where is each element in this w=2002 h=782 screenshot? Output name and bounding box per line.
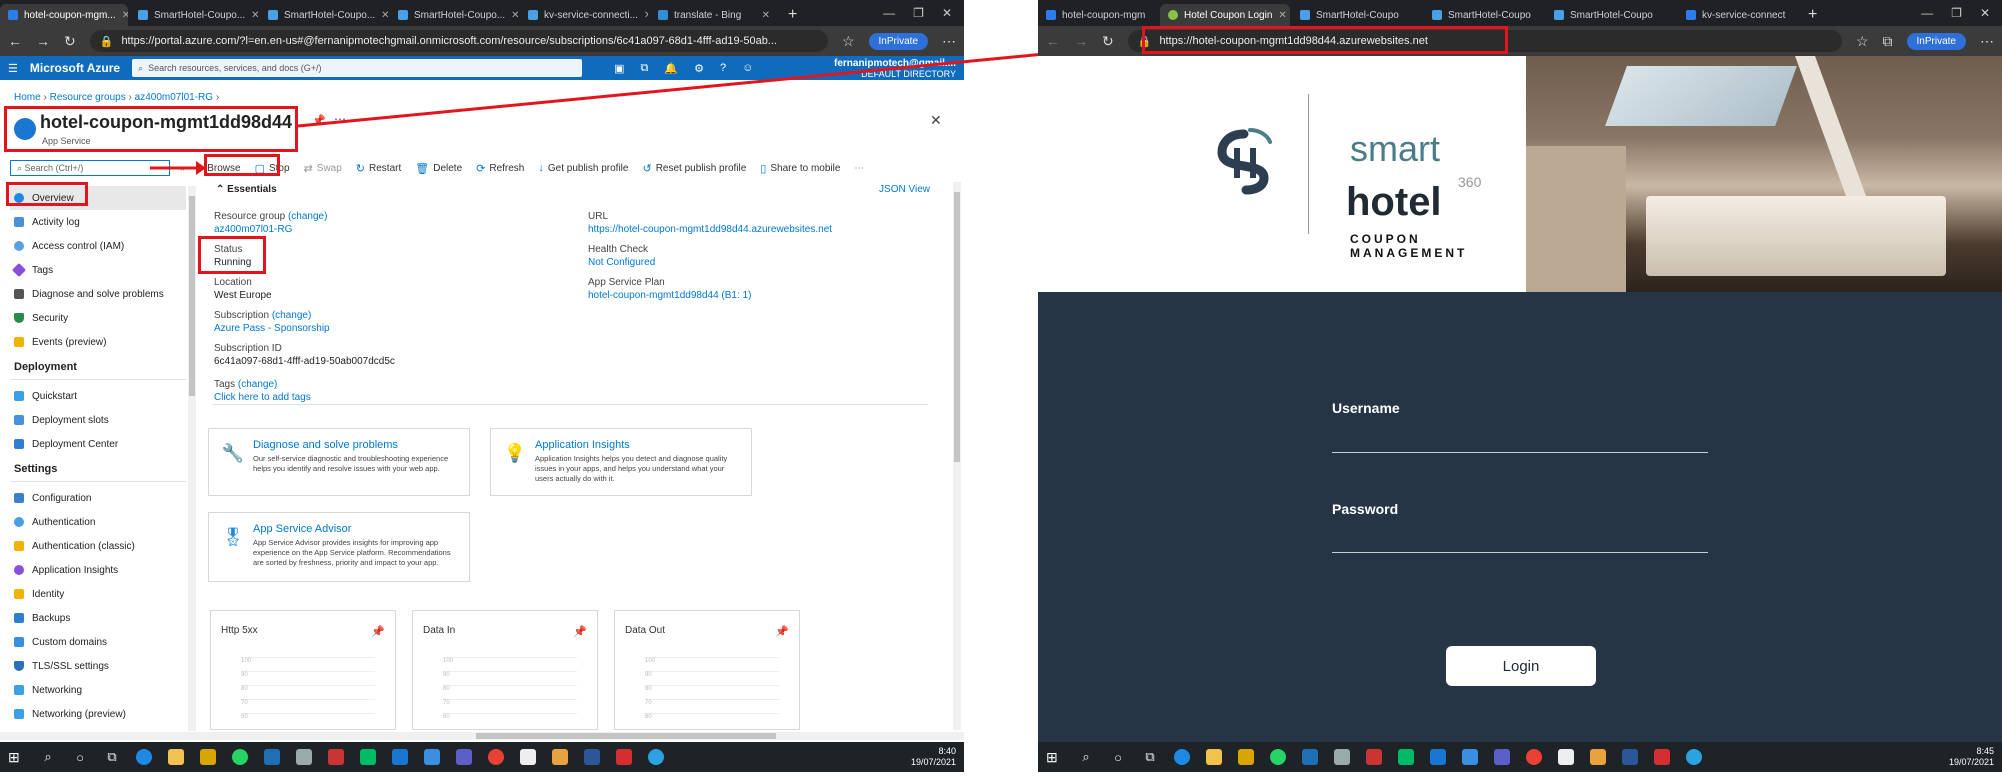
- azure-favicon-icon: [1046, 10, 1056, 20]
- collections-icon[interactable]: ⧉: [1883, 33, 1893, 50]
- forward-icon[interactable]: →: [1074, 33, 1088, 49]
- vmware-icon[interactable]: [1302, 749, 1318, 765]
- file-explorer-icon[interactable]: [1206, 749, 1222, 765]
- arrow-head-icon: [196, 161, 206, 175]
- hotel-room-photo: [1526, 56, 2002, 292]
- photo-skylight: [1605, 66, 1797, 126]
- devops-favicon-icon: [1432, 10, 1442, 20]
- word-icon[interactable]: [1622, 749, 1638, 765]
- tab-label: SmartHotel-Coupo: [1570, 9, 1653, 21]
- tab-label: Hotel Coupon Login: [1184, 9, 1273, 21]
- vscode-icon[interactable]: [1430, 749, 1446, 765]
- tab-label: SmartHotel-Coupo: [1316, 9, 1399, 21]
- back-icon[interactable]: ←: [1046, 33, 1060, 49]
- typora-icon[interactable]: [1558, 749, 1574, 765]
- app-icon[interactable]: [1462, 749, 1478, 765]
- photo-wall: [1526, 146, 1626, 292]
- whatsapp-icon[interactable]: [1270, 749, 1286, 765]
- password-label: Password: [1332, 501, 1399, 517]
- tab-4[interactable]: SmartHotel-Coupo: [1424, 4, 1544, 26]
- teams-icon[interactable]: [1494, 749, 1510, 765]
- favorites-icon[interactable]: ☆: [1856, 33, 1869, 50]
- username-underline: [1332, 452, 1708, 453]
- telegram-icon[interactable]: [1686, 749, 1702, 765]
- folder-icon[interactable]: [1238, 749, 1254, 765]
- more-menu-icon[interactable]: ⋯: [1980, 33, 1994, 50]
- password-input[interactable]: [1332, 518, 1708, 552]
- restore-icon[interactable]: ❐: [1951, 6, 1962, 20]
- tab-1[interactable]: hotel-coupon-mgm: [1038, 4, 1158, 26]
- app-icon[interactable]: [1590, 749, 1606, 765]
- arrow-title-to-url: [297, 42, 1149, 128]
- screen-bottom-margin: [1038, 772, 2002, 782]
- tab-2[interactable]: Hotel Coupon Login ✕: [1160, 4, 1290, 26]
- close-tab-icon[interactable]: ✕: [1278, 10, 1286, 21]
- clock-date: 19/07/2021: [1948, 757, 1994, 767]
- app-icon[interactable]: [1366, 749, 1382, 765]
- hotel-app-window: hotel-coupon-mgm Hotel Coupon Login ✕ Sma…: [1038, 0, 2002, 782]
- hero-banner: smart hotel 360 COUPON MANAGEMENT: [1038, 56, 2002, 292]
- logo-coupon-text: COUPON MANAGEMENT: [1350, 232, 1467, 260]
- leaf-favicon-icon: [1168, 10, 1178, 20]
- chrome-icon[interactable]: [1526, 749, 1542, 765]
- username-input[interactable]: [1332, 418, 1708, 452]
- close-window-icon[interactable]: ✕: [1980, 6, 1990, 20]
- clock-time: 8:45: [1976, 746, 1994, 756]
- acrobat-icon[interactable]: [1654, 749, 1670, 765]
- search-icon[interactable]: ⌕: [1078, 749, 1094, 765]
- app-icon[interactable]: [1334, 749, 1350, 765]
- logo-divider: [1308, 94, 1309, 234]
- cortana-icon[interactable]: ○: [1110, 750, 1126, 765]
- task-view-icon[interactable]: ⧉: [1142, 749, 1158, 765]
- tab-5[interactable]: SmartHotel-Coupo: [1546, 4, 1676, 26]
- edge-icon[interactable]: [1174, 749, 1190, 765]
- window-controls: — ❐ ✕: [1909, 0, 2002, 26]
- minimize-icon[interactable]: —: [1921, 6, 1933, 20]
- azure-favicon-icon: [1686, 10, 1696, 20]
- screen: hotel-coupon-mgm... ✕ SmartHotel-Coupo...…: [0, 0, 2002, 782]
- logo-360-text: 360: [1458, 174, 1482, 190]
- tab-bar: hotel-coupon-mgm Hotel Coupon Login ✕ Sma…: [1038, 0, 2002, 26]
- new-tab-icon[interactable]: +: [1800, 4, 1825, 26]
- windows-start-icon[interactable]: ⊞: [1046, 749, 1062, 766]
- login-form: Username Password Login: [1038, 292, 2002, 742]
- tab-3[interactable]: SmartHotel-Coupo: [1292, 4, 1422, 26]
- devops-favicon-icon: [1554, 10, 1564, 20]
- smarthotel-logo-icon: [1217, 128, 1272, 195]
- username-label: Username: [1332, 400, 1400, 416]
- tab-label: kv-service-connect: [1702, 9, 1786, 21]
- logo-hotel-text: hotel: [1346, 180, 1442, 224]
- reload-icon[interactable]: ↻: [1102, 33, 1114, 50]
- app-icon[interactable]: [1398, 749, 1414, 765]
- tab-label: hotel-coupon-mgm: [1062, 9, 1146, 21]
- taskbar: ⊞ ⌕ ○ ⧉ 8:45 19/07/2021: [1038, 742, 2002, 772]
- taskbar-clock[interactable]: 8:45 19/07/2021: [1949, 746, 1994, 768]
- inprivate-badge[interactable]: InPrivate: [1906, 32, 1966, 50]
- logo-smart-text: smart: [1350, 128, 1440, 169]
- logo-coupon-line2: MANAGEMENT: [1350, 246, 1468, 260]
- password-underline: [1332, 552, 1708, 553]
- tab-6[interactable]: kv-service-connect: [1678, 4, 1798, 26]
- logo-coupon-line1: COUPON: [1350, 232, 1421, 246]
- tab-label: SmartHotel-Coupo: [1448, 9, 1531, 21]
- devops-favicon-icon: [1300, 10, 1310, 20]
- login-button[interactable]: Login: [1446, 646, 1596, 686]
- photo-bed: [1646, 196, 1946, 276]
- highlight-url: [1142, 26, 1508, 54]
